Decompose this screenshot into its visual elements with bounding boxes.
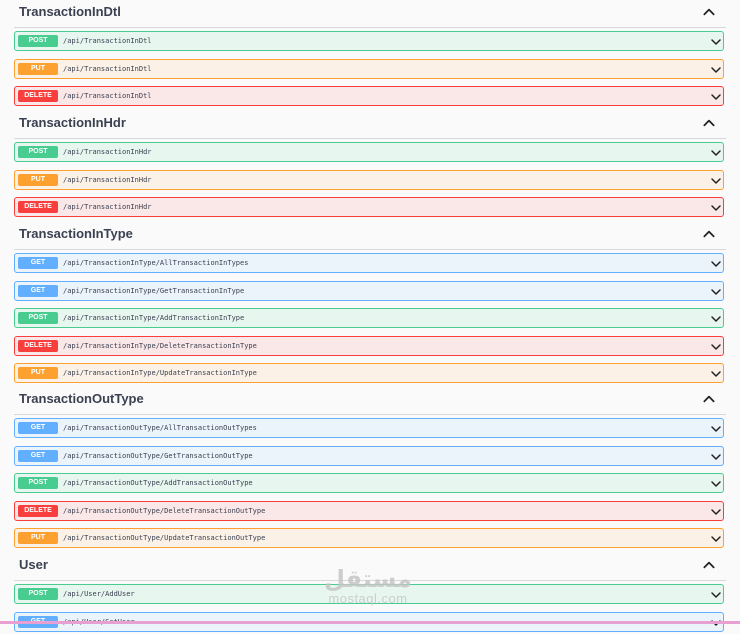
chevron-down-icon[interactable] — [710, 146, 722, 158]
chevron-down-icon[interactable] — [710, 477, 722, 489]
method-badge: PUT — [18, 532, 58, 545]
method-badge: GET — [18, 257, 58, 269]
operation-delete[interactable]: DELETE/api/TransactionInHdr — [14, 197, 724, 218]
operation-delete[interactable]: DELETE/api/TransactionInDtl — [14, 86, 724, 107]
section-title[interactable]: TransactionInHdr — [19, 115, 126, 130]
chevron-down-icon[interactable] — [710, 340, 722, 352]
chevron-down-icon[interactable] — [710, 35, 722, 47]
method-badge: DELETE — [18, 339, 58, 352]
operation-path[interactable]: /api/TransactionInType/AddTransactionInT… — [63, 309, 244, 327]
operation-path[interactable]: /api/TransactionInDtl — [63, 60, 152, 78]
operation-put[interactable]: PUT/api/TransactionInDtl — [14, 58, 724, 79]
section-header[interactable]: TransactionOutType — [14, 387, 726, 415]
operation-path[interactable]: /api/TransactionInDtl — [63, 32, 152, 50]
method-badge: DELETE — [18, 201, 58, 214]
method-badge: POST — [18, 312, 58, 325]
operation-path[interactable]: /api/TransactionInType/DeleteTransaction… — [63, 337, 257, 355]
chevron-down-icon[interactable] — [710, 90, 722, 102]
chevron-down-icon[interactable] — [710, 257, 722, 269]
method-badge: POST — [18, 477, 58, 490]
operation-path[interactable]: /api/TransactionInType/GetTransactionInT… — [63, 282, 244, 300]
operation-path[interactable]: /api/TransactionInHdr — [63, 171, 152, 189]
chevron-down-icon[interactable] — [710, 312, 722, 324]
section-title[interactable]: TransactionOutType — [19, 391, 144, 406]
mostaql-watermark: مستقل mostaql.com — [318, 566, 418, 606]
operation-path[interactable]: /api/TransactionInType/UpdateTransaction… — [63, 364, 257, 382]
method-badge: PUT — [18, 173, 58, 186]
operation-put[interactable]: PUT/api/TransactionInHdr — [14, 169, 724, 190]
method-badge: GET — [18, 449, 58, 462]
operation-post[interactable]: POST/api/TransactionInHdr — [14, 142, 724, 162]
section-header[interactable]: TransactionInHdr — [14, 111, 726, 139]
operation-post[interactable]: POST/api/TransactionInDtl — [14, 31, 724, 51]
method-badge: POST — [18, 588, 58, 600]
operation-path[interactable]: /api/TransactionInDtl — [63, 87, 152, 105]
section-title[interactable]: TransactionInType — [19, 226, 133, 241]
chevron-down-icon[interactable] — [710, 285, 722, 297]
method-badge: GET — [18, 284, 58, 297]
operation-put[interactable]: PUT/api/TransactionInType/UpdateTransact… — [14, 363, 724, 384]
section-header[interactable]: TransactionInDtl — [14, 0, 726, 28]
chevron-down-icon[interactable] — [710, 532, 722, 544]
operation-put[interactable]: PUT/api/TransactionOutType/UpdateTransac… — [14, 528, 724, 549]
method-badge: PUT — [18, 62, 58, 75]
operation-path[interactable]: /api/TransactionOutType/AddTransactionOu… — [63, 474, 253, 492]
operation-path[interactable]: /api/TransactionInHdr — [63, 143, 152, 161]
operation-path[interactable]: /api/TransactionInType/AllTransactionInT… — [63, 254, 248, 272]
operation-post[interactable]: POST/api/TransactionOutType/AddTransacti… — [14, 473, 724, 494]
operation-path[interactable]: /api/TransactionInHdr — [63, 198, 152, 216]
chevron-down-icon[interactable] — [710, 588, 722, 600]
chevron-down-icon[interactable] — [710, 367, 722, 379]
section-title[interactable]: TransactionInDtl — [19, 4, 121, 19]
operation-post[interactable]: POST/api/TransactionInType/AddTransactio… — [14, 308, 724, 329]
chevron-down-icon[interactable] — [710, 174, 722, 186]
chevron-up-icon[interactable] — [702, 227, 716, 241]
method-badge: PUT — [18, 367, 58, 380]
chevron-down-icon[interactable] — [710, 422, 722, 434]
operation-delete[interactable]: DELETE/api/TransactionOutType/DeleteTran… — [14, 500, 724, 521]
operation-path[interactable]: /api/TransactionOutType/UpdateTransactio… — [63, 529, 265, 547]
operation-path[interactable]: /api/TransactionOutType/DeleteTransactio… — [63, 502, 265, 520]
operation-get[interactable]: GET/api/TransactionInType/AllTransaction… — [14, 253, 724, 273]
chevron-up-icon[interactable] — [702, 558, 716, 572]
chevron-up-icon[interactable] — [702, 392, 716, 406]
watermark-arabic: مستقل — [324, 565, 412, 593]
watermark-latin: mostaql.com — [328, 591, 408, 606]
method-badge: POST — [18, 146, 58, 158]
operation-get[interactable]: GET/api/TransactionOutType/AllTransactio… — [14, 418, 724, 438]
chevron-up-icon[interactable] — [702, 116, 716, 130]
chevron-up-icon[interactable] — [702, 5, 716, 19]
operation-get[interactable]: GET/api/TransactionInType/GetTransaction… — [14, 280, 724, 301]
section-title[interactable]: User — [19, 557, 48, 572]
method-badge: DELETE — [18, 504, 58, 517]
section-header[interactable]: TransactionInType — [14, 222, 726, 250]
chevron-down-icon[interactable] — [710, 201, 722, 213]
chevron-down-icon[interactable] — [710, 450, 722, 462]
operation-path[interactable]: /api/TransactionOutType/AllTransactionOu… — [63, 419, 257, 437]
operation-delete[interactable]: DELETE/api/TransactionInType/DeleteTrans… — [14, 335, 724, 356]
chevron-down-icon[interactable] — [710, 505, 722, 517]
chevron-down-icon[interactable] — [710, 63, 722, 75]
method-badge: DELETE — [18, 90, 58, 103]
method-badge: POST — [18, 35, 58, 47]
operation-get[interactable]: GET/api/TransactionOutType/GetTransactio… — [14, 445, 724, 466]
operation-path[interactable]: /api/User/AddUser — [63, 585, 135, 603]
method-badge: GET — [18, 422, 58, 434]
operation-path[interactable]: /api/TransactionOutType/GetTransactionOu… — [63, 447, 253, 465]
